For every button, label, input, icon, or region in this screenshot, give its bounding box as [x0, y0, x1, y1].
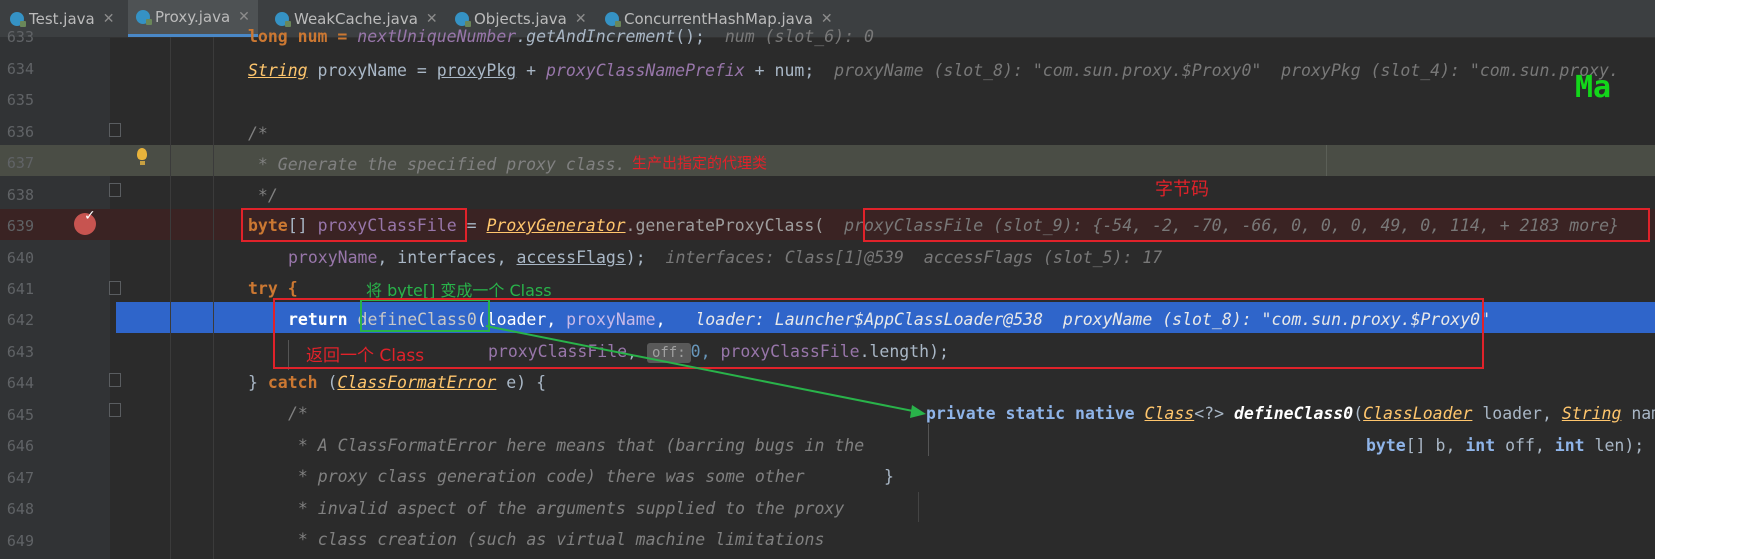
- arrow-to-declaration: [485, 325, 926, 418]
- code-editor[interactable]: Test.java ✕ Proxy.java ✕ WeakCache.java …: [0, 0, 1655, 559]
